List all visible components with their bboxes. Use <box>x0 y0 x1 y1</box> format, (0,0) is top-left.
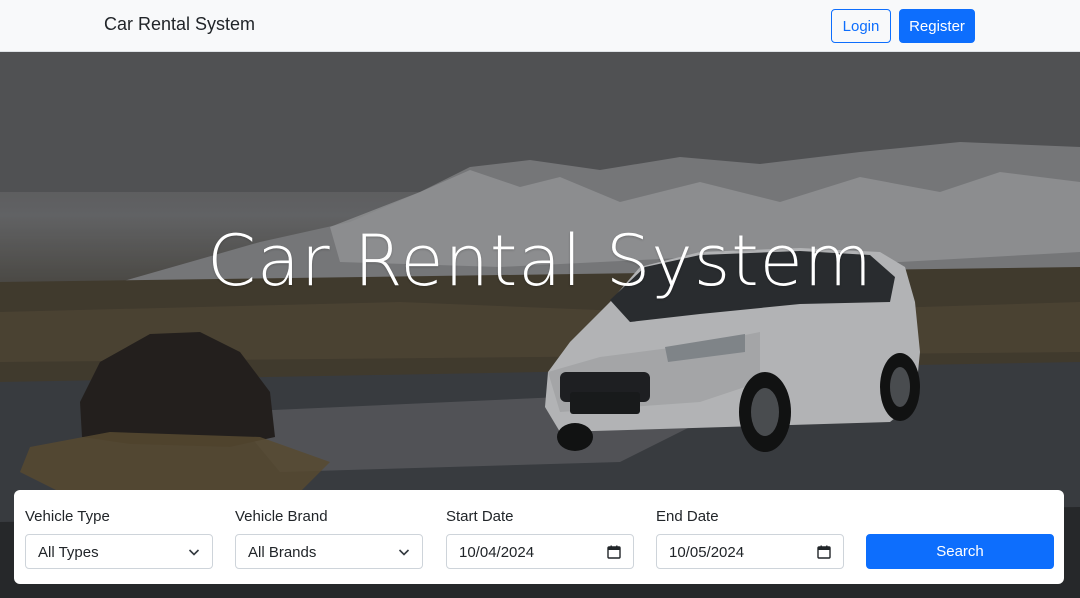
calendar-icon[interactable] <box>607 545 621 559</box>
end-date-field: End Date 10/05/2024 <box>656 508 844 569</box>
vehicle-brand-field: Vehicle Brand All Brands <box>235 508 423 569</box>
vehicle-type-label: Vehicle Type <box>25 508 110 525</box>
vehicle-brand-label: Vehicle Brand <box>235 508 328 525</box>
vehicle-brand-value: All Brands <box>248 544 317 561</box>
navbar-brand[interactable]: Car Rental System <box>104 14 255 35</box>
navbar: Car Rental System Login Register <box>0 0 1080 52</box>
calendar-icon[interactable] <box>817 545 831 559</box>
end-date-value: 10/05/2024 <box>669 544 745 561</box>
start-date-input[interactable]: 10/04/2024 <box>446 534 634 569</box>
hero-title: Car Rental System <box>207 220 873 302</box>
search-panel: Vehicle Type All Types Vehicle Brand All… <box>14 490 1064 584</box>
vehicle-brand-select[interactable]: All Brands <box>235 534 423 569</box>
vehicle-type-field: Vehicle Type All Types <box>25 508 213 569</box>
start-date-value: 10/04/2024 <box>459 544 535 561</box>
chevron-down-icon <box>398 549 410 556</box>
login-button[interactable]: Login <box>831 9 891 43</box>
end-date-input[interactable]: 10/05/2024 <box>656 534 844 569</box>
search-button[interactable]: Search <box>866 534 1054 569</box>
register-button[interactable]: Register <box>899 9 975 43</box>
start-date-field: Start Date 10/04/2024 <box>446 508 634 569</box>
vehicle-type-select[interactable]: All Types <box>25 534 213 569</box>
end-date-label: End Date <box>656 508 719 525</box>
chevron-down-icon <box>188 549 200 556</box>
start-date-label: Start Date <box>446 508 514 525</box>
vehicle-type-value: All Types <box>38 544 99 561</box>
